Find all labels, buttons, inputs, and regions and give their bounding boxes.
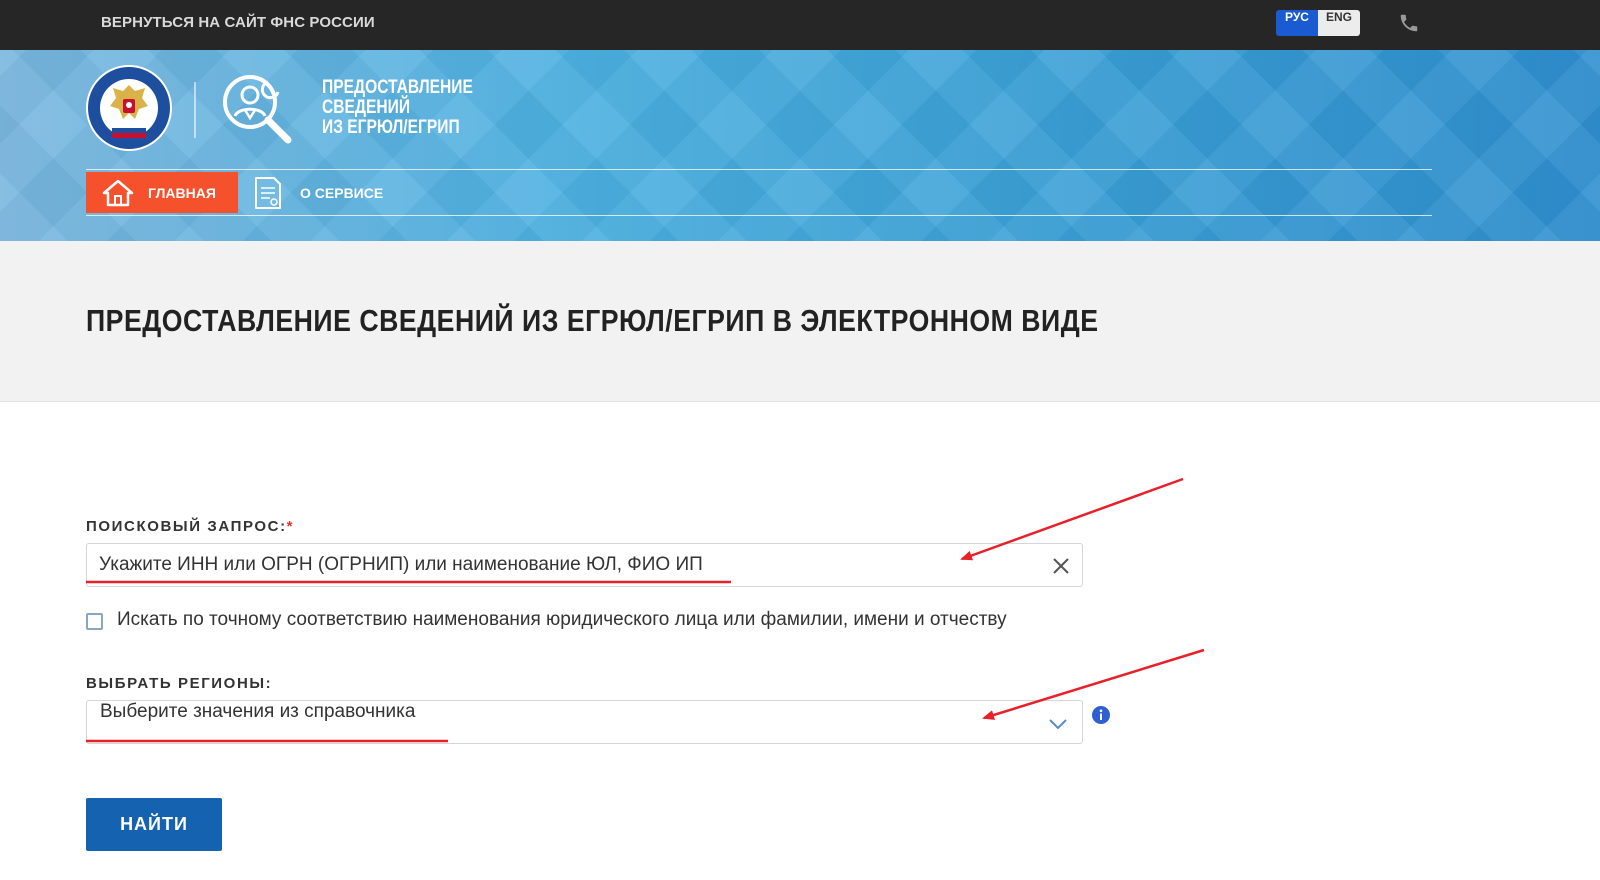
required-mark: * — [286, 518, 295, 535]
service-title-line: ПРЕДОСТАВЛЕНИЕ — [322, 77, 473, 98]
document-icon — [255, 176, 281, 209]
search-query-label-text: ПОИСКОВЫЙ ЗАПРОС: — [86, 518, 287, 535]
service-search-logo-icon[interactable] — [218, 70, 294, 146]
regions-select[interactable]: Выберите значения из справочника — [86, 700, 1083, 744]
search-query-label: ПОИСКОВЫЙ ЗАПРОС:* — [86, 518, 294, 535]
logo-divider — [194, 82, 196, 138]
exact-match-label[interactable]: Искать по точному соответствию наименова… — [117, 609, 1007, 631]
nav-item-label: О СЕРВИСЕ — [300, 184, 384, 201]
regions-select-placeholder: Выберите значения из справочника — [100, 701, 416, 722]
title-band: ПРЕДОСТАВЛЕНИЕ СВЕДЕНИЙ ИЗ ЕГРЮЛ/ЕГРИП В… — [0, 241, 1600, 402]
language-switch: РУС ENG — [1276, 10, 1360, 36]
close-icon[interactable] — [1051, 556, 1071, 576]
nav-item-about[interactable]: О СЕРВИСЕ — [252, 172, 383, 213]
phone-icon[interactable] — [1398, 12, 1420, 34]
nav-item-home[interactable]: ГЛАВНАЯ — [86, 172, 238, 213]
lang-en-button[interactable]: ENG — [1318, 10, 1360, 36]
lang-ru-button[interactable]: РУС — [1276, 10, 1318, 36]
service-title: ПРЕДОСТАВЛЕНИЕ СВЕДЕНИЙ ИЗ ЕГРЮЛ/ЕГРИП — [322, 78, 473, 138]
page-title: ПРЕДОСТАВЛЕНИЕ СВЕДЕНИЙ ИЗ ЕГРЮЛ/ЕГРИП В… — [86, 303, 1099, 338]
top-bar: ВЕРНУТЬСЯ НА САЙТ ФНС РОССИИ РУС ENG — [0, 0, 1600, 50]
site-header: ПРЕДОСТАВЛЕНИЕ СВЕДЕНИЙ ИЗ ЕГРЮЛ/ЕГРИП Г… — [0, 50, 1600, 241]
nav-divider-top — [86, 169, 1432, 170]
info-icon[interactable] — [1092, 706, 1110, 724]
service-title-line: СВЕДЕНИЙ — [322, 97, 411, 118]
regions-label: ВЫБРАТЬ РЕГИОНЫ: — [86, 675, 273, 692]
search-input[interactable] — [97, 544, 1031, 586]
exact-match-checkbox[interactable] — [86, 613, 103, 630]
nav-divider-bottom — [86, 215, 1432, 216]
find-button[interactable]: НАЙТИ — [86, 798, 222, 851]
home-icon — [102, 179, 134, 206]
nav-item-label: ГЛАВНАЯ — [148, 184, 216, 201]
back-to-fns-link[interactable]: ВЕРНУТЬСЯ НА САЙТ ФНС РОССИИ — [101, 14, 375, 31]
fns-emblem-logo[interactable] — [86, 65, 172, 151]
service-title-line: ИЗ ЕГРЮЛ/ЕГРИП — [322, 117, 460, 138]
chevron-down-icon[interactable] — [1047, 713, 1069, 733]
search-input-box — [86, 543, 1083, 587]
